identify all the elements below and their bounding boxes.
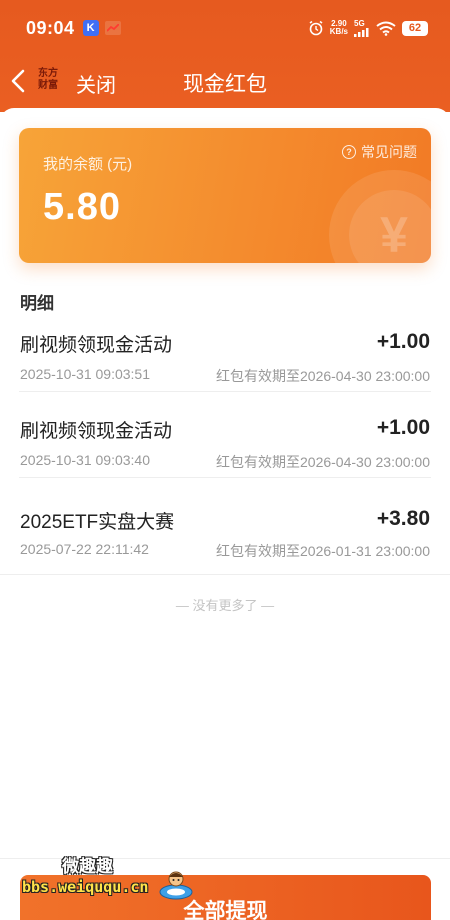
list-item[interactable]: 刷视频领现金活动 +1.00 2025-10-31 09:03:51 红包有效期… — [0, 306, 450, 392]
nav-bar: 东方 财富 关闭 现金红包 — [0, 56, 450, 106]
mascot-icon — [159, 871, 193, 900]
record-expiry: 红包有效期至2026-04-30 23:00:00 — [216, 368, 430, 384]
wifi-icon — [376, 21, 396, 36]
record-date: 2025-10-31 09:03:40 — [20, 452, 150, 468]
status-bar: 09:04 K 2.90 KB/s 5G 62 — [0, 0, 450, 56]
divider — [0, 574, 450, 575]
status-time: 09:04 — [26, 17, 75, 38]
record-amount: +1.00 — [376, 416, 430, 439]
app-notification-icon: K — [82, 20, 99, 36]
faq-link[interactable]: ? 常见问题 — [342, 142, 417, 162]
battery-indicator: 62 — [402, 20, 428, 36]
alarm-icon — [309, 20, 323, 36]
record-date: 2025-10-31 09:03:51 — [20, 366, 150, 382]
page-title-text: 现金红包 — [183, 73, 267, 96]
signal-5g: 5G — [354, 19, 370, 37]
list-item[interactable]: 刷视频领现金活动 +1.00 2025-10-31 09:03:40 红包有效期… — [0, 392, 450, 478]
network-type: 5G — [354, 19, 365, 28]
record-date: 2025-07-22 22:11:42 — [20, 541, 149, 557]
record-amount: +1.00 — [376, 330, 430, 353]
faq-label: 常见问题 — [361, 144, 417, 160]
divider — [19, 477, 431, 478]
record-title: 刷视频领现金活动 — [20, 335, 173, 356]
net-speed-unit: KB/s — [329, 27, 348, 36]
record-title: 2025ETF实盘大赛 — [20, 512, 175, 533]
net-speed: 2.90 KB/s — [330, 20, 348, 36]
balance-card: ¥ 我的余额 (元) 5.80 ? 常见问题 — [19, 128, 431, 263]
record-expiry: 红包有效期至2026-01-31 23:00:00 — [216, 543, 430, 559]
record-title: 刷视频领现金活动 — [20, 421, 173, 442]
watermark-logo: 微趣趣 bbs.weiququ.cn — [20, 848, 210, 908]
main-content: ¥ 我的余额 (元) 5.80 ? 常见问题 明细 刷视频领现金活动 +1.00… — [0, 108, 450, 920]
balance-label: 我的余额 (元) — [43, 156, 133, 173]
watermark-url: bbs.weiququ.cn — [22, 878, 149, 896]
balance-value: 5.80 — [43, 186, 121, 228]
no-more-label: — 没有更多了 — — [175, 598, 275, 613]
question-icon: ? — [342, 145, 356, 159]
record-amount: +3.80 — [376, 507, 430, 530]
watermark-title: 微趣趣 — [62, 857, 113, 876]
stock-app-notification-icon — [104, 21, 121, 35]
list-item[interactable]: 2025ETF实盘大赛 +3.80 2025-07-22 22:11:42 红包… — [0, 489, 450, 575]
page-title: 现金红包 — [0, 68, 450, 98]
record-expiry: 红包有效期至2026-04-30 23:00:00 — [216, 454, 430, 470]
signal-bars-icon — [354, 28, 369, 37]
